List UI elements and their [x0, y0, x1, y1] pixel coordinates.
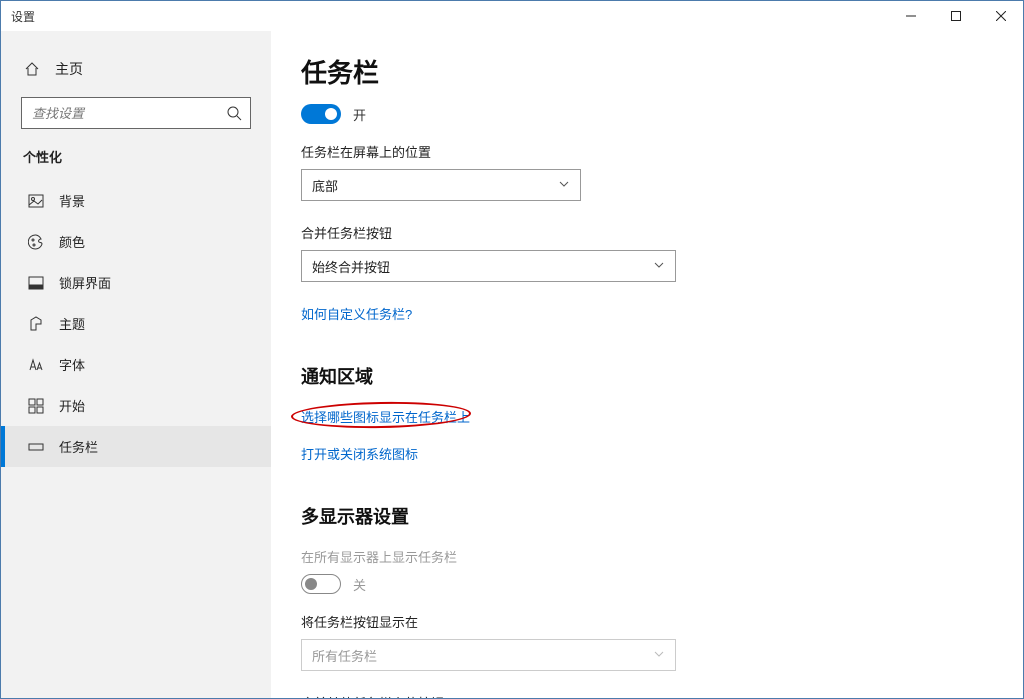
home-label: 主页	[55, 59, 83, 79]
search-box[interactable]	[21, 97, 251, 129]
nav-label: 颜色	[59, 232, 85, 251]
nav-label: 开始	[59, 396, 85, 415]
window-title: 设置	[1, 8, 35, 25]
nav-start[interactable]: 开始	[1, 385, 271, 426]
nav-colors[interactable]: 颜色	[1, 221, 271, 262]
taskbar-icon	[27, 438, 45, 456]
combine-other-label: 合并其他任务栏上的按钮	[301, 693, 993, 698]
position-label: 任务栏在屏幕上的位置	[301, 142, 993, 161]
nav-label: 任务栏	[59, 437, 98, 456]
select-icons-link[interactable]: 选择哪些图标显示在任务栏上	[301, 407, 470, 426]
close-button[interactable]	[978, 1, 1023, 31]
multi-heading: 多显示器设置	[301, 503, 993, 529]
titlebar: 设置	[1, 1, 1023, 31]
where-value: 所有任务栏	[312, 646, 377, 665]
combine-value: 始终合并按钮	[312, 257, 390, 276]
taskbar-toggle[interactable]	[301, 104, 341, 124]
nav-background[interactable]: 背景	[1, 180, 271, 221]
sidebar: 主页 个性化 背景 颜色 锁屏界面	[1, 31, 271, 698]
picture-icon	[27, 192, 45, 210]
system-icons-link[interactable]: 打开或关闭系统图标	[301, 444, 418, 463]
content-area: 任务栏 开 任务栏在屏幕上的位置 底部 合并任务栏按钮 始终合并按钮 如何自定义…	[271, 31, 1023, 698]
where-select: 所有任务栏	[301, 639, 676, 671]
position-select[interactable]: 底部	[301, 169, 581, 201]
search-input[interactable]	[22, 98, 218, 128]
where-label: 将任务栏按钮显示在	[301, 612, 993, 631]
home-icon	[23, 60, 41, 78]
taskbar-toggle-row: 开	[301, 104, 993, 124]
multi-toggle[interactable]	[301, 574, 341, 594]
maximize-button[interactable]	[933, 1, 978, 31]
position-value: 底部	[312, 176, 338, 195]
nav-lockscreen[interactable]: 锁屏界面	[1, 262, 271, 303]
search-container	[1, 87, 271, 147]
minimize-button[interactable]	[888, 1, 933, 31]
chevron-down-icon	[653, 648, 665, 663]
home-nav[interactable]: 主页	[1, 51, 271, 87]
section-title: 个性化	[1, 147, 271, 180]
start-icon	[27, 397, 45, 415]
lockscreen-icon	[27, 274, 45, 292]
font-icon	[27, 356, 45, 374]
search-icon	[218, 105, 250, 121]
page-title: 任务栏	[301, 53, 993, 90]
multi-toggle-row: 关	[301, 574, 993, 594]
nav-themes[interactable]: 主题	[1, 303, 271, 344]
nav-label: 锁屏界面	[59, 273, 111, 292]
theme-icon	[27, 315, 45, 333]
combine-select[interactable]: 始终合并按钮	[301, 250, 676, 282]
notification-heading: 通知区域	[301, 363, 993, 389]
chevron-down-icon	[558, 178, 570, 193]
nav-label: 背景	[59, 191, 85, 210]
toggle-on-label: 开	[353, 105, 366, 124]
nav-label: 字体	[59, 355, 85, 374]
nav-label: 主题	[59, 314, 85, 333]
nav-taskbar[interactable]: 任务栏	[1, 426, 271, 467]
chevron-down-icon	[653, 259, 665, 274]
palette-icon	[27, 233, 45, 251]
window-buttons	[888, 1, 1023, 31]
nav-fonts[interactable]: 字体	[1, 344, 271, 385]
combine-label: 合并任务栏按钮	[301, 223, 993, 242]
customize-link[interactable]: 如何自定义任务栏?	[301, 304, 412, 323]
show-all-label: 在所有显示器上显示任务栏	[301, 547, 993, 566]
toggle-off-label: 关	[353, 575, 366, 594]
